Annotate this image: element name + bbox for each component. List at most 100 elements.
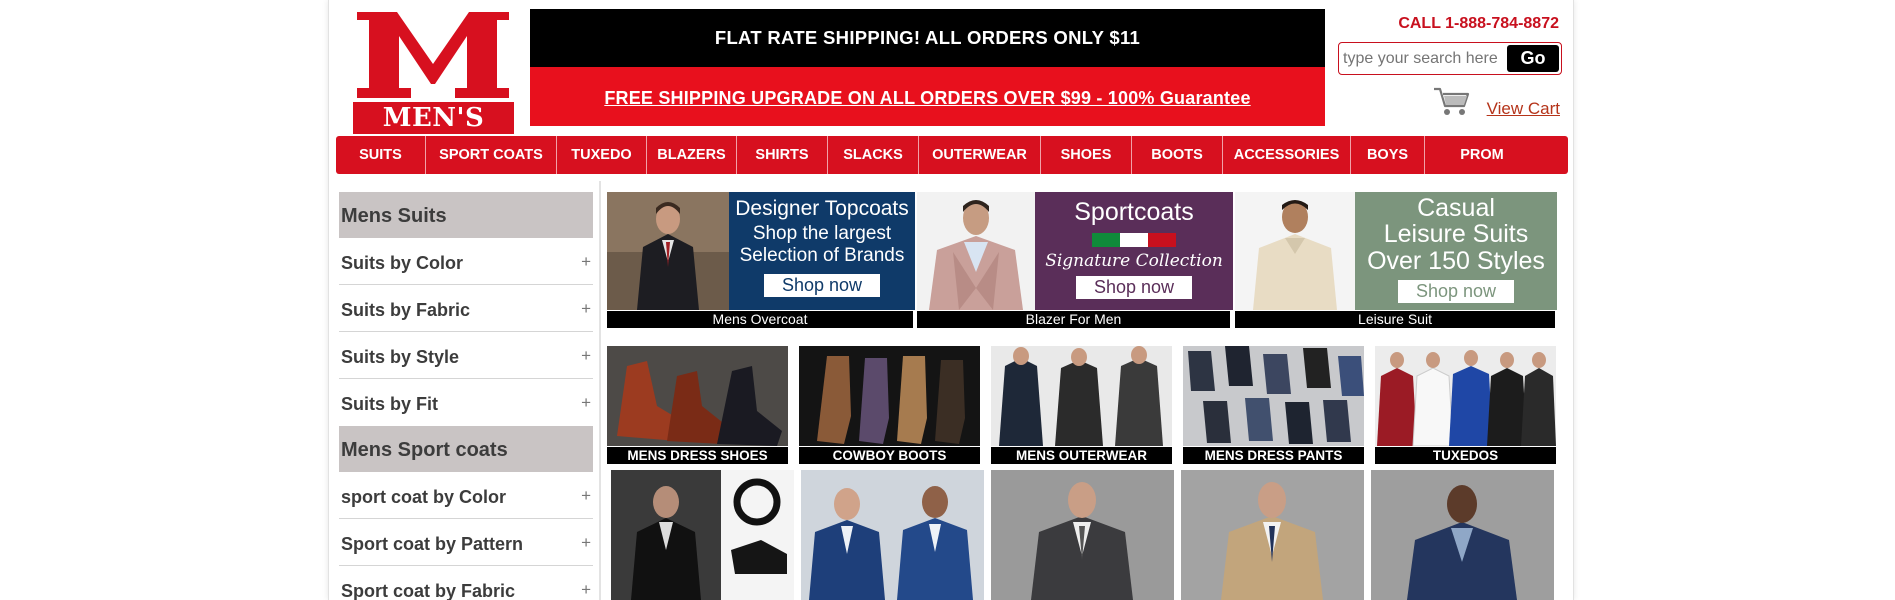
promo-headline: Designer Topcoats [735,197,909,220]
sidebar-item-sport-coat-by-fabric[interactable]: Sport coat by Fabric + [339,566,593,600]
nav-item-shoes[interactable]: SHOES [1041,136,1132,174]
nav-item-tuxedo[interactable]: TUXEDO [557,136,647,174]
category-tile-cowboy-boots[interactable]: COWBOY BOOTS [799,346,980,464]
expand-plus-icon[interactable]: + [581,299,591,319]
tuxedos-photo [1375,346,1556,446]
nav-item-boys[interactable]: BOYS [1351,136,1425,174]
nav-item-shirts[interactable]: SHIRTS [737,136,828,174]
outerwear-photo [991,346,1172,446]
leisure-suits-promo-panel: Casual Leisure Suits Over 150 Styles Sho… [1355,192,1557,310]
search-box: Go [1338,42,1562,75]
flat-rate-shipping-text: FLAT RATE SHIPPING! ALL ORDERS ONLY $11 [530,9,1325,67]
main-nav: SUITS SPORT COATS TUXEDO BLAZERS SHIRTS … [336,136,1568,174]
tan-suit-photo [1181,470,1364,600]
sidebar-item-suits-by-fabric[interactable]: Suits by Fabric + [339,285,593,332]
search-input[interactable] [1343,48,1503,70]
expand-plus-icon[interactable]: + [581,533,591,553]
black-suit-with-belt-photo [611,470,794,600]
sidebar-item-label: Suits by Fabric [341,300,471,320]
promo-headline: Over 150 Styles [1367,247,1545,275]
man-in-overcoat-photo [607,192,729,310]
mens-usa-logo[interactable]: MEN'S USA [347,8,520,165]
dress-shoes-photo [607,346,788,446]
man-in-blazer-photo [917,192,1035,310]
search-go-button[interactable]: Go [1507,45,1559,72]
sidebar-item-label: Suits by Style [341,347,460,367]
sidebar-item-label: Suits by Color [341,253,464,273]
sidebar-item-suits-by-fit[interactable]: Suits by Fit + [339,379,593,426]
product-tile-blue-suits[interactable] [801,470,984,600]
promo-headline: Leisure Suits [1383,220,1529,248]
man-in-leisure-shirt-photo [1235,192,1355,310]
banner-designer-topcoats[interactable]: Designer Topcoats Shop the largest Selec… [607,192,915,310]
two-men-blue-suits-photo [801,470,984,600]
sidebar-item-label: sport coat by Color [341,487,507,507]
shop-now-button[interactable]: Shop now [763,274,881,297]
promo-headline: Sportcoats [1074,198,1194,226]
category-label: MENS DRESS SHOES [607,447,788,464]
category-tile-dress-pants[interactable]: MENS DRESS PANTS [1183,346,1364,464]
signature-collection-text: Signature Collection [1045,251,1223,271]
sidebar-divider [599,181,601,600]
shipping-promo-banner[interactable]: FLAT RATE SHIPPING! ALL ORDERS ONLY $11 … [530,9,1325,126]
navy-blazer-photo [1371,470,1554,600]
sidebar-item-sport-coat-by-pattern[interactable]: Sport coat by Pattern + [339,519,593,566]
expand-plus-icon[interactable]: + [581,486,591,506]
category-tile-dress-shoes[interactable]: MENS DRESS SHOES [607,346,788,464]
promo-headline: Casual [1417,194,1495,222]
sidebar-item-label: Sport coat by Pattern [341,534,524,554]
promo-subline: Selection of Brands [739,245,905,266]
category-label: COWBOY BOOTS [799,447,980,464]
category-label: MENS OUTERWEAR [991,447,1172,464]
product-tile-navy-blazer[interactable] [1371,470,1554,600]
sidebar-item-suits-by-color[interactable]: Suits by Color + [339,238,593,285]
sidebar-item-sport-coat-by-color[interactable]: sport coat by Color + [339,472,593,519]
banner-caption[interactable]: Leisure Suit [1235,311,1555,328]
nav-item-blazers[interactable]: BLAZERS [647,136,737,174]
sidebar-heading-mens-suits[interactable]: Mens Suits [339,192,593,238]
nav-item-slacks[interactable]: SLACKS [828,136,919,174]
topcoats-promo-panel: Designer Topcoats Shop the largest Selec… [729,192,915,310]
grey-suit-photo [991,470,1174,600]
category-label: MENS DRESS PANTS [1183,447,1364,464]
shop-now-button[interactable]: Shop now [1397,280,1515,303]
page: MEN'S USA FLAT RATE SHIPPING! ALL ORDERS… [328,0,1574,600]
cowboy-boots-photo [799,346,980,446]
category-label: TUXEDOS [1375,447,1556,464]
expand-plus-icon[interactable]: + [581,346,591,366]
nav-item-suits[interactable]: SUITS [336,136,426,174]
product-tile-grey-suit[interactable] [991,470,1174,600]
phone-number: CALL 1-888-784-8872 [1398,15,1559,32]
sidebar-item-label: Sport coat by Fabric [341,581,516,600]
expand-plus-icon[interactable]: + [581,252,591,272]
shopping-cart-icon[interactable] [1433,86,1471,118]
category-tile-tuxedos[interactable]: TUXEDOS [1375,346,1556,464]
category-tile-outerwear[interactable]: MENS OUTERWEAR [991,346,1172,464]
nav-item-sport-coats[interactable]: SPORT COATS [426,136,557,174]
banner-sportcoats[interactable]: Sportcoats Signature Collection Shop now [917,192,1233,310]
logo-m-mark [351,8,516,100]
promo-subline: Shop the largest [752,223,892,244]
expand-plus-icon[interactable]: + [581,393,591,413]
sidebar-item-suits-by-style[interactable]: Suits by Style + [339,332,593,379]
italian-flag-icon [1092,233,1176,247]
expand-plus-icon[interactable]: + [581,580,591,600]
nav-item-prom[interactable]: PROM [1425,136,1539,174]
nav-item-accessories[interactable]: ACCESSORIES [1223,136,1351,174]
logo-text: MEN'S USA [353,102,514,165]
sidebar-item-label: Suits by Fit [341,394,439,414]
nav-item-outerwear[interactable]: OUTERWEAR [919,136,1041,174]
category-sidebar: Mens Suits Suits by Color + Suits by Fab… [339,192,593,600]
banner-caption[interactable]: Mens Overcoat [607,311,913,328]
view-cart-link[interactable]: View Cart [1487,99,1560,119]
nav-item-boots[interactable]: BOOTS [1132,136,1223,174]
product-tile-tan-suit[interactable] [1181,470,1364,600]
banner-leisure-suits[interactable]: Casual Leisure Suits Over 150 Styles Sho… [1235,192,1557,310]
sportcoats-promo-panel: Sportcoats Signature Collection Shop now [1035,192,1233,310]
product-tile-black-suit-shoes[interactable] [611,470,794,600]
shop-now-button[interactable]: Shop now [1075,276,1193,299]
free-shipping-upgrade-link[interactable]: FREE SHIPPING UPGRADE ON ALL ORDERS OVER… [530,67,1325,126]
sidebar-heading-mens-sport-coats[interactable]: Mens Sport coats [339,426,593,472]
banner-caption[interactable]: Blazer For Men [917,311,1230,328]
dress-pants-photo [1183,346,1364,446]
